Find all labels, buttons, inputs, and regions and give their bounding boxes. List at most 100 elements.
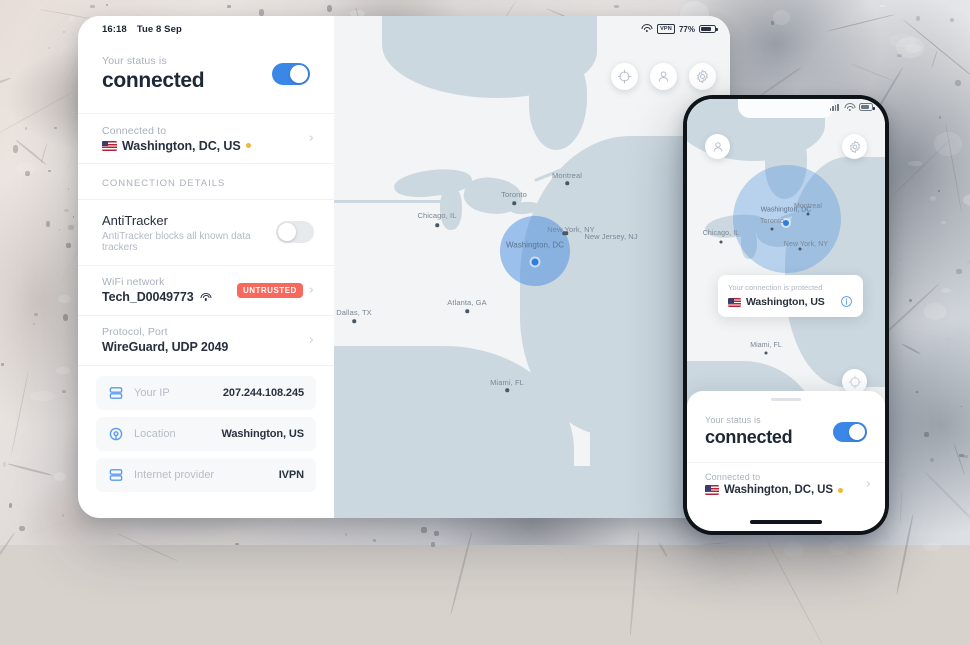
map-label: Montreal xyxy=(552,171,582,180)
settings-button[interactable] xyxy=(689,63,716,90)
marble-speck xyxy=(908,298,913,302)
marble-vein xyxy=(28,516,81,535)
marble-highlight xyxy=(56,366,70,374)
tooltip-value-wrap: Washington, US xyxy=(728,296,832,308)
marble-highlight xyxy=(879,4,887,7)
marble-vein xyxy=(449,531,473,616)
tooltip-value: Washington, US xyxy=(746,296,825,308)
marble-highlight xyxy=(15,457,20,460)
marble-vein xyxy=(931,50,938,68)
info-card-your-ip: Your IP 207.244.108.245 xyxy=(96,376,316,410)
info-circle-icon[interactable] xyxy=(840,295,853,308)
connection-status-dot xyxy=(837,487,843,493)
map-controls xyxy=(611,63,716,90)
info-card-internet-provider: Internet provider IVPN xyxy=(96,458,316,492)
antitracker-row: AntiTracker AntiTracker blocks all known… xyxy=(78,200,334,265)
connection-radius-halo xyxy=(733,165,841,273)
settings-button[interactable] xyxy=(842,134,867,159)
chevron-right-icon: › xyxy=(308,131,314,147)
locate-button[interactable] xyxy=(611,63,638,90)
wifi-network-row[interactable]: WiFi network Tech_D0049773 UNTRUSTED › xyxy=(78,266,334,315)
marble-vein xyxy=(895,514,915,595)
marble-speck xyxy=(431,542,435,547)
marble-speck xyxy=(433,530,439,537)
map-label: Toronto xyxy=(501,190,527,199)
chevron-right-icon: › xyxy=(308,332,314,348)
untrusted-badge: UNTRUSTED xyxy=(236,282,303,298)
info-card-value: Washington, US xyxy=(221,428,304,440)
vpn-connection-toggle[interactable] xyxy=(833,421,867,442)
marble-highlight xyxy=(896,485,923,498)
tablet-map[interactable]: Washington, DC Montreal Toronto Chicago,… xyxy=(334,16,730,518)
marble-speck xyxy=(61,513,65,517)
crosshair-locate-icon xyxy=(848,375,861,388)
map-city-dot xyxy=(435,223,439,227)
connected-to-value-wrap: Washington, DC, US xyxy=(102,139,303,153)
map-city-dot xyxy=(352,319,356,323)
vpn-status-value: connected xyxy=(705,427,793,447)
marble-highlight xyxy=(963,194,970,206)
marble-speck xyxy=(924,432,929,437)
marble-vein xyxy=(901,343,922,356)
marble-speck xyxy=(247,518,248,519)
account-button[interactable] xyxy=(650,63,677,90)
phone-device: Washington, DC Montreal Toronto Chicago,… xyxy=(683,95,889,535)
marble-speck xyxy=(45,221,51,227)
marble-speck xyxy=(33,313,38,317)
marble-highlight xyxy=(68,15,76,21)
wifi-icon xyxy=(641,24,653,34)
connected-to-row[interactable]: Connected to Washington, DC, US › xyxy=(78,114,334,163)
connected-to-label: Connected to xyxy=(705,472,761,482)
account-button[interactable] xyxy=(705,134,730,159)
status-bar-time: 16:18 xyxy=(102,24,127,36)
protocol-port-row[interactable]: Protocol, Port WireGuard, UDP 2049 › xyxy=(78,316,334,365)
connection-protected-tooltip[interactable]: Your connection is protected Washington,… xyxy=(718,275,863,317)
battery-icon xyxy=(859,103,875,111)
marble-vein xyxy=(39,8,97,20)
marble-highlight xyxy=(940,221,946,224)
sheet-bottom-spacer xyxy=(687,505,885,531)
marble-highlight xyxy=(929,195,936,201)
marble-vein xyxy=(901,223,916,230)
marble-speck xyxy=(963,454,968,459)
map-label: New Jersey, NJ xyxy=(584,232,638,241)
map-hudson-bay-lobe xyxy=(529,54,587,150)
marble-speck xyxy=(2,462,7,468)
antitracker-toggle[interactable] xyxy=(276,221,314,244)
marble-speck xyxy=(89,5,95,9)
marble-vein xyxy=(953,443,965,475)
marble-speck xyxy=(915,15,921,22)
marble-speck xyxy=(421,527,427,534)
marble-speck xyxy=(937,190,940,192)
vpn-status-block: Your status is connected xyxy=(78,43,334,113)
phone-bottom-sheet: Your status is connected Connected to Wa… xyxy=(687,391,885,531)
map-label: Miami, FL xyxy=(750,342,782,349)
toggle-knob xyxy=(290,65,308,84)
marble-highlight xyxy=(772,10,791,26)
vpn-connection-toggle[interactable] xyxy=(272,63,310,86)
phone-status-bar xyxy=(829,103,875,111)
marble-vein xyxy=(849,63,895,83)
marble-speck xyxy=(884,533,889,540)
tablet-status-bar-right: VPN 77% xyxy=(639,24,718,34)
marble-speck xyxy=(258,9,264,16)
settings-gear-icon xyxy=(697,69,708,84)
home-indicator xyxy=(750,520,822,524)
marble-speck xyxy=(613,4,619,8)
marble-speck xyxy=(326,4,333,12)
connected-to-value-wrap: Washington, DC, US xyxy=(705,484,860,496)
map-river-line xyxy=(334,200,449,203)
sheet-drag-handle[interactable] xyxy=(771,398,801,401)
marble-speck xyxy=(72,215,75,218)
vpn-status-value: connected xyxy=(102,69,205,93)
account-person-icon xyxy=(658,71,669,82)
map-label: Toronto xyxy=(759,218,785,225)
tooltip-label: Your connection is protected xyxy=(728,283,823,292)
marble-speck xyxy=(62,390,66,393)
antitracker-subtitle: AntiTracker blocks all known data tracke… xyxy=(102,230,251,253)
map-city-dot xyxy=(565,181,569,185)
connected-to-row[interactable]: Connected to Washington, DC, US › xyxy=(687,463,885,505)
map-label: Montreal xyxy=(793,203,823,210)
settings-gear-icon xyxy=(849,140,860,153)
marble-highlight xyxy=(933,131,962,157)
